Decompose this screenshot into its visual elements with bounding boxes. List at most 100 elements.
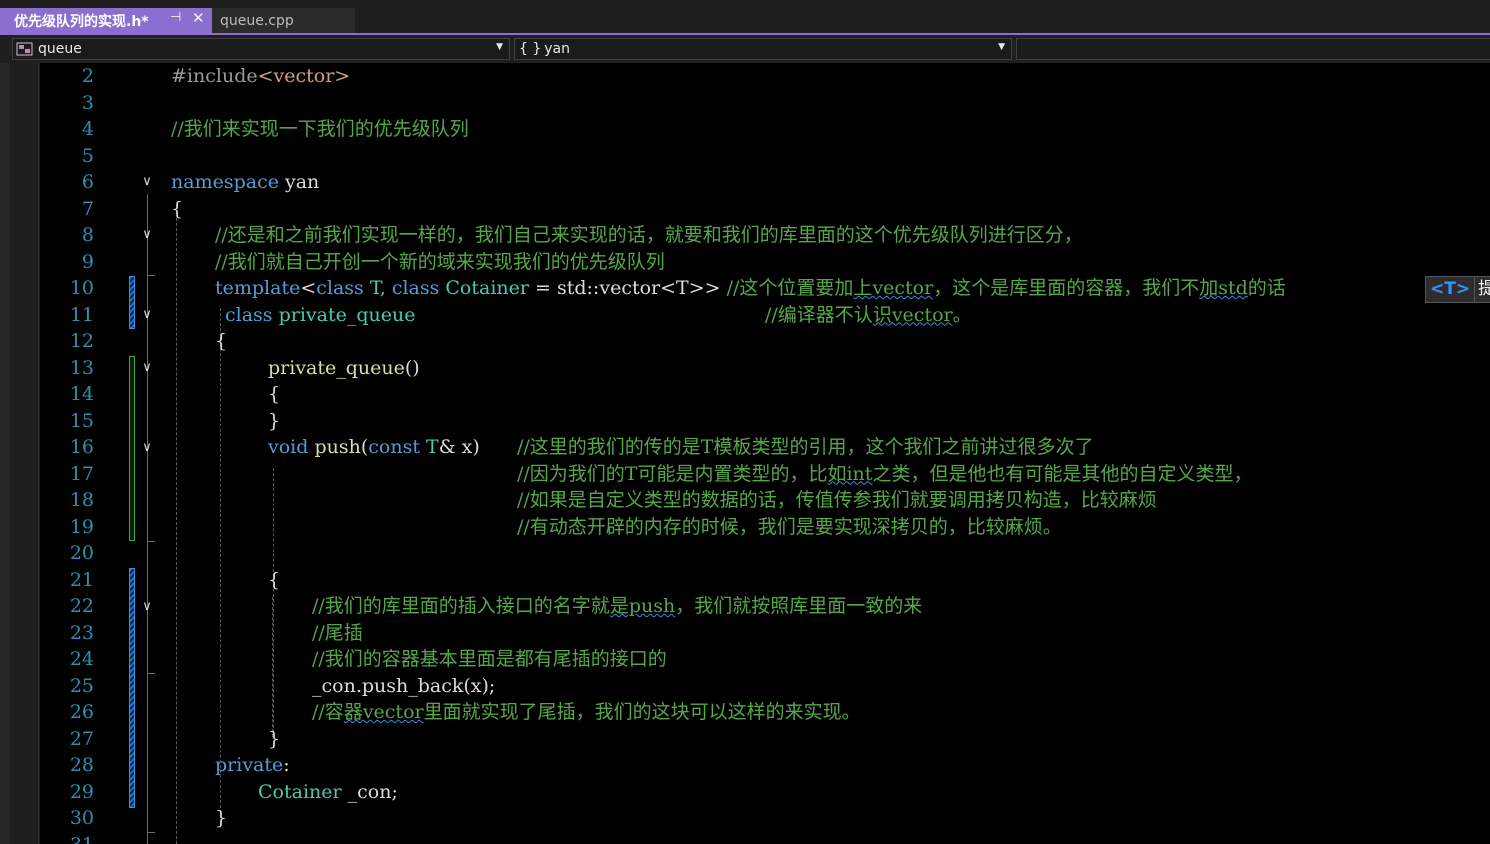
keyword: namespace: [171, 171, 279, 193]
code-line-23[interactable]: //尾插: [312, 620, 363, 646]
namespace-icon: { }: [519, 41, 542, 57]
default-arg: = std::vector<T>>: [528, 277, 727, 299]
tab-queue-cpp[interactable]: queue.cpp: [212, 8, 355, 33]
code-line-14[interactable]: {: [268, 381, 280, 407]
line-number: 22: [69, 595, 94, 617]
line-number: 31: [40, 832, 94, 844]
preprocessor-directive: #include: [171, 65, 258, 87]
code-line-26[interactable]: //容器vector里面就实现了尾插，我们的这块可以这样的来实现。: [312, 699, 861, 725]
line-number: 11: [69, 303, 94, 326]
navigation-bar: queue ▼ { } yan ▼: [0, 35, 1490, 63]
chevron-down-icon[interactable]: ▼: [998, 42, 1005, 52]
code-line-9[interactable]: //我们就自己开创一个新的域来实现我们的优先级队列: [215, 249, 665, 275]
tab-label: 优先级队列的实现.h*: [14, 13, 149, 30]
code-line-21[interactable]: {: [268, 567, 280, 593]
code-line-12[interactable]: {: [215, 328, 227, 354]
code-line-13[interactable]: private_queue(): [268, 355, 420, 381]
comment: //容: [312, 701, 344, 723]
pin-tab-icon[interactable]: ⊣: [170, 10, 181, 25]
line-number: 5: [81, 144, 94, 167]
code-line-22[interactable]: //我们的库里面的插入接口的名字就是push，我们就按照库里面一致的来: [312, 593, 922, 619]
comment-squiggle: 上vector: [853, 277, 934, 299]
code-line-11[interactable]: class private_queue: [225, 302, 415, 328]
code-line-7[interactable]: {: [171, 196, 183, 222]
template-hint-bar[interactable]: <T> 提: [1425, 276, 1490, 303]
line-number: 3: [81, 91, 94, 114]
line-number: 9: [81, 250, 94, 273]
comment-squiggle: 加std: [1199, 277, 1248, 299]
namespace-dropdown[interactable]: { } yan ▼: [514, 38, 1012, 60]
function-name: push: [308, 436, 361, 458]
keyword: const: [368, 436, 420, 458]
comment: 之类，但是他也有可能是其他的自定义类型，: [872, 462, 1253, 485]
include-header: <vector>: [257, 65, 351, 87]
line-number: 7: [81, 197, 94, 220]
code-line-28[interactable]: private:: [215, 752, 290, 778]
code-line-16-comment[interactable]: //这里的我们的传的是T模板类型的引用，这个我们之前讲过很多次了: [517, 434, 1093, 460]
template-hint-label[interactable]: <T>: [1425, 276, 1476, 303]
params: & x): [438, 436, 480, 458]
code-line-29[interactable]: Cotainer _con;: [258, 779, 398, 805]
line-number: 17: [69, 462, 94, 485]
code-line-25[interactable]: _con.push_back(x);: [312, 673, 495, 699]
code-line-24[interactable]: //我们的容器基本里面是都有尾插的接口的: [312, 646, 667, 672]
document-tab-strip: 优先级队列的实现.h* ⊣ ✕ queue.cpp: [0, 0, 1490, 35]
keyword: class: [391, 277, 440, 299]
scope-dropdown[interactable]: queue ▼: [12, 38, 510, 60]
punctuation: <: [300, 277, 317, 299]
code-line-18[interactable]: //如果是自定义类型的数据的话，传值传参我们就要调用拷贝构造，比较麻烦: [517, 487, 1157, 513]
comment: 的话: [1247, 277, 1286, 299]
line-number: 16: [69, 436, 94, 458]
code-line-6[interactable]: namespace yan: [171, 169, 319, 195]
code-editor[interactable]: ∨ ∨ ∨ ∨ ∨ ∨ 2 3 4 5 6 7 8 9 10 11 12 13 …: [40, 63, 1490, 844]
line-number: 10: [69, 277, 94, 299]
project-icon: [16, 42, 33, 56]
code-line-10[interactable]: template<class T, class Cotainer = std::…: [215, 275, 1286, 301]
template-hint-extra[interactable]: 提: [1475, 276, 1490, 303]
member-dropdown[interactable]: [1016, 38, 1490, 60]
keyword: void: [268, 436, 309, 458]
comment: //这个位置要加: [726, 277, 854, 299]
line-number: 13: [69, 356, 94, 379]
line-number: 8: [81, 224, 94, 246]
line-number: 24: [69, 648, 94, 670]
code-line-4[interactable]: //我们来实现一下我们的优先级队列: [171, 116, 469, 142]
constructor-name: private_queue: [268, 356, 405, 379]
scope-value: queue: [38, 41, 82, 57]
line-number: 30: [69, 807, 94, 829]
comment: ，这个是库里面的容器，我们不: [933, 277, 1200, 299]
code-line-30[interactable]: }: [215, 805, 227, 831]
code-line-8[interactable]: //还是和之前我们实现一样的，我们自己来实现的话，就要和我们的库里面的这个优先级…: [215, 222, 1083, 248]
comment: 。: [952, 303, 972, 326]
code-line-15[interactable]: }: [268, 408, 280, 434]
type-param: T,: [363, 277, 392, 299]
type-param: Cotainer: [439, 277, 529, 299]
keyword: class: [316, 277, 364, 299]
comment: //因为我们的T可能是内置类型的，比: [517, 462, 828, 485]
comment: //编译器不认: [765, 303, 873, 326]
line-number: 18: [69, 489, 94, 511]
keyword: template: [215, 277, 301, 299]
code-line-16[interactable]: void push(const T& x): [268, 434, 480, 460]
namespace-name: yan: [278, 171, 320, 193]
comment-squiggle: 是push: [609, 595, 676, 617]
code-line-11-comment[interactable]: //编译器不认识vector。: [765, 302, 972, 328]
close-tab-icon[interactable]: ✕: [192, 9, 205, 27]
comment-squiggle: 器vector: [343, 701, 424, 723]
line-number: 26: [69, 701, 94, 723]
code-line-2[interactable]: #include<vector>: [171, 63, 350, 89]
code-line-19[interactable]: //有动态开辟的内存的时候，我们是要实现深拷贝的，比较麻烦。: [517, 514, 1062, 540]
chevron-down-icon[interactable]: ▼: [496, 42, 503, 52]
comment: 里面就实现了尾插，我们的这块可以这样的来实现。: [423, 701, 861, 723]
type-param: T: [419, 436, 439, 458]
namespace-value: yan: [544, 41, 571, 57]
line-number: 29: [69, 780, 94, 803]
code-line-27[interactable]: }: [268, 726, 280, 752]
class-name: private_queue: [272, 303, 416, 326]
keyword: private: [215, 754, 284, 776]
code-line-17[interactable]: //因为我们的T可能是内置类型的，比如int之类，但是他也有可能是其他的自定义类…: [517, 461, 1252, 487]
tab-label: queue.cpp: [220, 12, 294, 29]
tab-active-header-file[interactable]: 优先级队列的实现.h* ⊣ ✕: [0, 8, 212, 33]
comment-squiggle: 如int: [827, 462, 873, 485]
keyword: class: [225, 303, 273, 326]
